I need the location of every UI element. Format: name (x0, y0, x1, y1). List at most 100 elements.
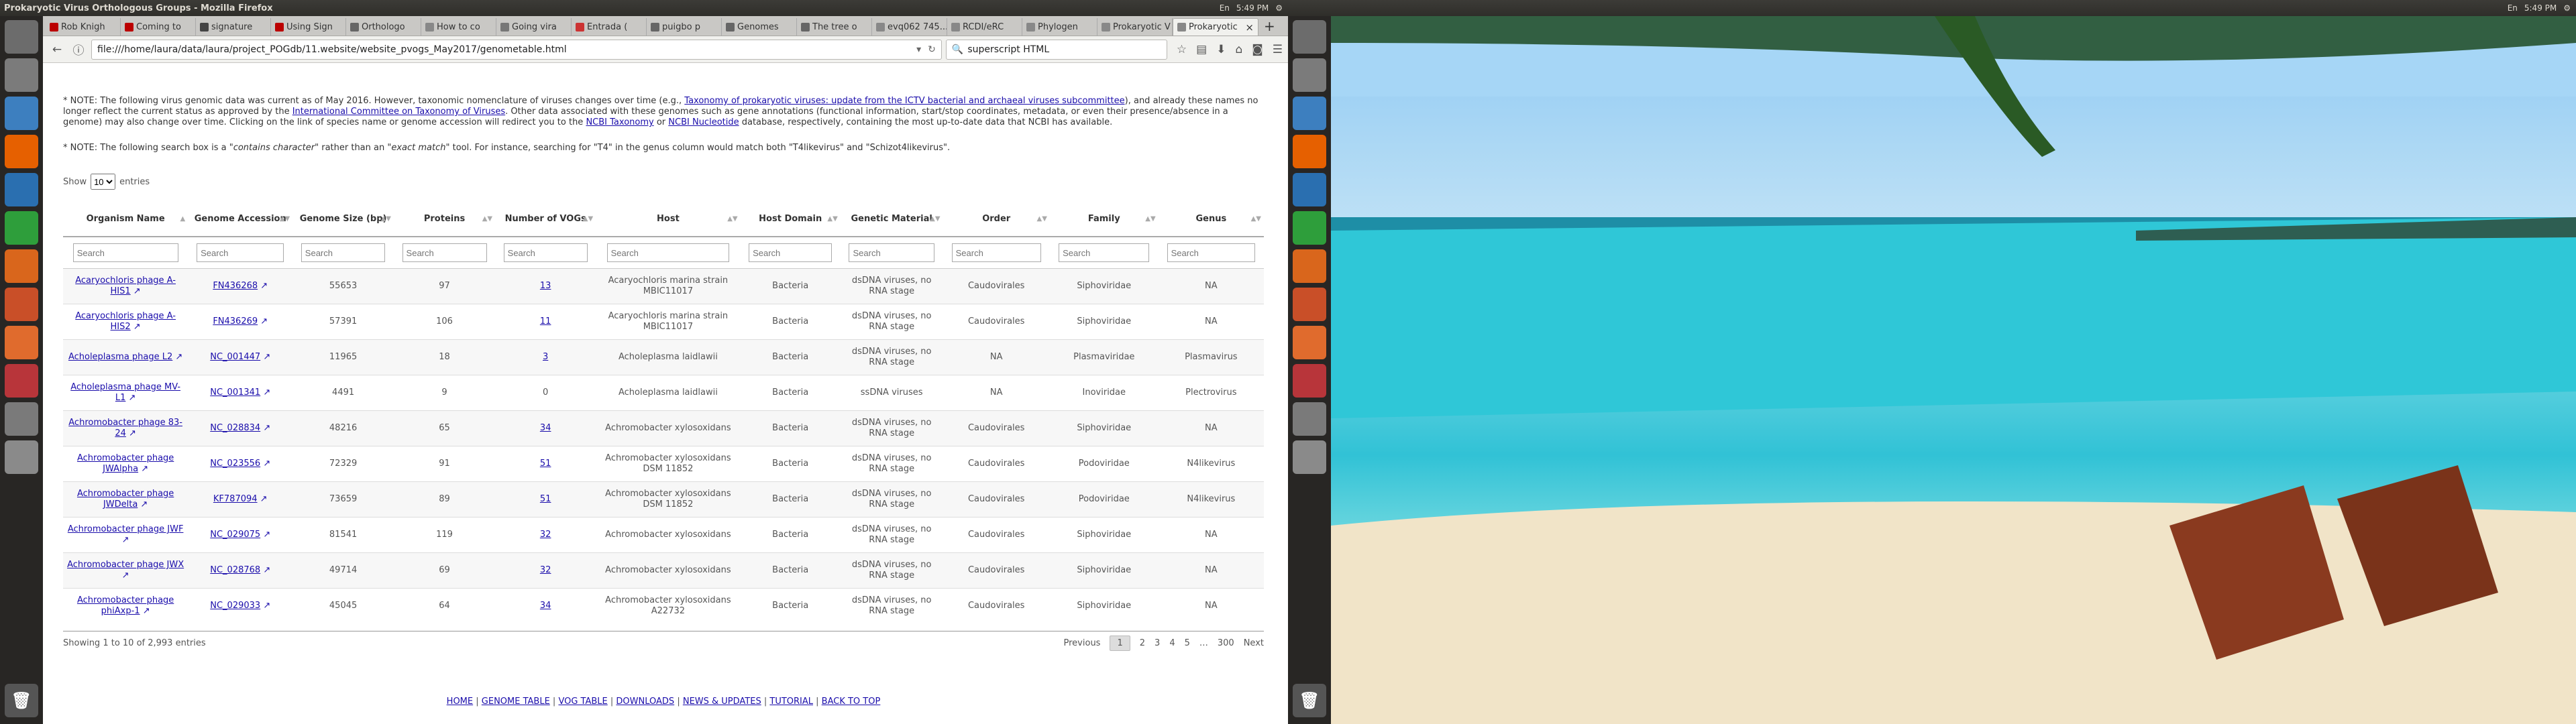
footer-link[interactable]: BACK TO TOP (822, 697, 881, 707)
trash-icon[interactable]: 🗑 (5, 684, 38, 717)
vog-count-link[interactable]: 32 (540, 565, 551, 575)
clock[interactable]: 5:49 PM (2524, 3, 2557, 13)
launcher-app-icon[interactable] (1293, 326, 1326, 359)
vog-count-link[interactable]: 34 (540, 423, 551, 433)
accession-link[interactable]: FN436269 (213, 316, 258, 326)
browser-tab[interactable]: Phylogen (1022, 18, 1097, 36)
launcher-app-icon[interactable] (1293, 97, 1326, 130)
keyboard-indicator[interactable]: En (2508, 3, 2518, 13)
launcher-app-icon[interactable] (5, 440, 38, 474)
vog-count-link[interactable]: 32 (540, 530, 551, 540)
accession-link[interactable]: NC_028768 (210, 565, 260, 575)
previous-button[interactable]: Previous (1064, 638, 1101, 648)
vog-count-link[interactable]: 11 (540, 316, 551, 326)
browser-tab[interactable]: signature (196, 18, 271, 36)
browser-tab[interactable]: evq062 745... (872, 18, 947, 36)
column-search-input[interactable] (606, 243, 730, 262)
footer-link[interactable]: DOWNLOADS (616, 697, 674, 707)
sort-icon[interactable]: ▲▼ (930, 215, 940, 223)
menu-icon[interactable]: ☰ (1273, 43, 1283, 56)
launcher-app-icon[interactable] (1293, 211, 1326, 245)
launcher-app-icon[interactable] (1293, 173, 1326, 206)
organism-link[interactable]: Achromobacter phage JWAlpha (77, 453, 174, 474)
column-header[interactable]: Genome Size (bp) ▲▼ (292, 202, 394, 237)
organism-link[interactable]: Acaryochloris phage A-HIS2 (75, 311, 176, 332)
launcher-app-icon[interactable] (5, 211, 38, 245)
sort-icon[interactable]: ▲▼ (381, 215, 391, 223)
url-bar[interactable]: file:///home/laura/data/laura/project_PO… (91, 39, 942, 60)
trash-icon[interactable]: 🗑 (1293, 684, 1326, 717)
sort-icon[interactable]: ▲▼ (727, 215, 737, 223)
column-header[interactable]: Organism Name ▲ (63, 202, 189, 237)
browser-tab[interactable]: Coming to (121, 18, 196, 36)
close-icon[interactable]: × (1245, 21, 1254, 34)
accession-link[interactable]: NC_029033 (210, 601, 260, 611)
launcher-app-icon[interactable] (5, 402, 38, 436)
browser-tab[interactable]: Entrada ( (572, 18, 647, 36)
keyboard-indicator[interactable]: En (1220, 3, 1230, 13)
column-header[interactable]: Genetic Material ▲▼ (840, 202, 943, 237)
launcher-app-icon[interactable] (5, 249, 38, 283)
browser-tab[interactable]: Prokaryotic V (1097, 18, 1173, 36)
launcher-app-icon[interactable] (1293, 402, 1326, 436)
page-button[interactable]: 2 (1140, 638, 1145, 648)
back-icon[interactable]: ← (48, 43, 66, 56)
page-button[interactable]: 1 (1110, 635, 1130, 651)
system-tray-right[interactable]: En 5:49 PM ⚙ (2508, 3, 2571, 13)
footer-link[interactable]: TUTORIAL (769, 697, 813, 707)
footer-link[interactable]: HOME (447, 697, 473, 707)
accession-link[interactable]: NC_029075 (210, 530, 260, 540)
vog-count-link[interactable]: 51 (540, 494, 551, 504)
launcher-app-icon[interactable] (5, 135, 38, 168)
page-button[interactable]: 5 (1185, 638, 1190, 648)
sort-icon[interactable]: ▲▼ (583, 215, 593, 223)
page-button-last[interactable]: 300 (1218, 638, 1234, 648)
launcher-app-icon[interactable] (1293, 20, 1326, 54)
sort-icon[interactable]: ▲▼ (1251, 215, 1261, 223)
column-search-input[interactable] (1059, 243, 1150, 262)
bookmark-star-icon[interactable]: ☆ (1177, 43, 1187, 56)
ictv-link[interactable]: Taxonomy of prokaryotic viruses: update … (684, 96, 1124, 106)
column-header[interactable]: Host ▲▼ (596, 202, 741, 237)
organism-link[interactable]: Achromobacter phage JWDelta (77, 489, 174, 509)
launcher-app-icon[interactable] (1293, 58, 1326, 92)
column-search-input[interactable] (749, 243, 833, 262)
accession-link[interactable]: KF787094 (213, 494, 258, 504)
launcher-app-icon[interactable] (1293, 440, 1326, 474)
sort-icon[interactable]: ▲▼ (1145, 215, 1155, 223)
column-header[interactable]: Family ▲▼ (1049, 202, 1159, 237)
info-icon[interactable]: ⓘ (70, 41, 87, 58)
accession-link[interactable]: NC_023556 (210, 459, 260, 469)
accession-link[interactable]: NC_001447 (210, 352, 260, 362)
column-header[interactable]: Host Domain ▲▼ (740, 202, 841, 237)
home-icon[interactable]: ⌂ (1235, 43, 1242, 56)
ictv-committee-link[interactable]: International Committee on Taxonomy of V… (292, 107, 505, 117)
column-search-input[interactable] (197, 243, 284, 262)
organism-link[interactable]: Acholeplasma phage L2 (68, 352, 172, 362)
column-header[interactable]: Number of VOGs ▲▼ (495, 202, 596, 237)
gear-icon[interactable]: ⚙ (1275, 3, 1283, 13)
organism-link[interactable]: Acaryochloris phage A-HIS1 (75, 276, 176, 296)
download-icon[interactable]: ⬇ (1216, 43, 1226, 56)
column-search-input[interactable] (849, 243, 934, 262)
launcher-app-icon[interactable] (5, 364, 38, 398)
launcher-app-icon[interactable] (5, 58, 38, 92)
launcher-app-icon[interactable] (5, 97, 38, 130)
organism-link[interactable]: Achromobacter phage JWX (67, 560, 184, 570)
launcher-app-icon[interactable] (1293, 364, 1326, 398)
launcher-app-icon[interactable] (5, 326, 38, 359)
footer-link[interactable]: NEWS & UPDATES (683, 697, 761, 707)
vog-count-link[interactable]: 3 (543, 352, 548, 362)
column-search-input[interactable] (301, 243, 386, 262)
browser-tab[interactable]: Orthologo (346, 18, 421, 36)
column-search-input[interactable] (1167, 243, 1256, 262)
browser-tab[interactable]: How to co (421, 18, 496, 36)
footer-link[interactable]: VOG TABLE (558, 697, 607, 707)
vog-count-link[interactable]: 51 (540, 459, 551, 469)
clock[interactable]: 5:49 PM (1236, 3, 1269, 13)
browser-tab[interactable]: Prokaryotic × (1173, 18, 1258, 36)
column-search-input[interactable] (503, 243, 588, 262)
new-tab-icon[interactable]: + (1258, 18, 1281, 34)
search-bar[interactable]: 🔍 superscript HTML (945, 39, 1167, 60)
sort-icon[interactable]: ▲▼ (1037, 215, 1047, 223)
